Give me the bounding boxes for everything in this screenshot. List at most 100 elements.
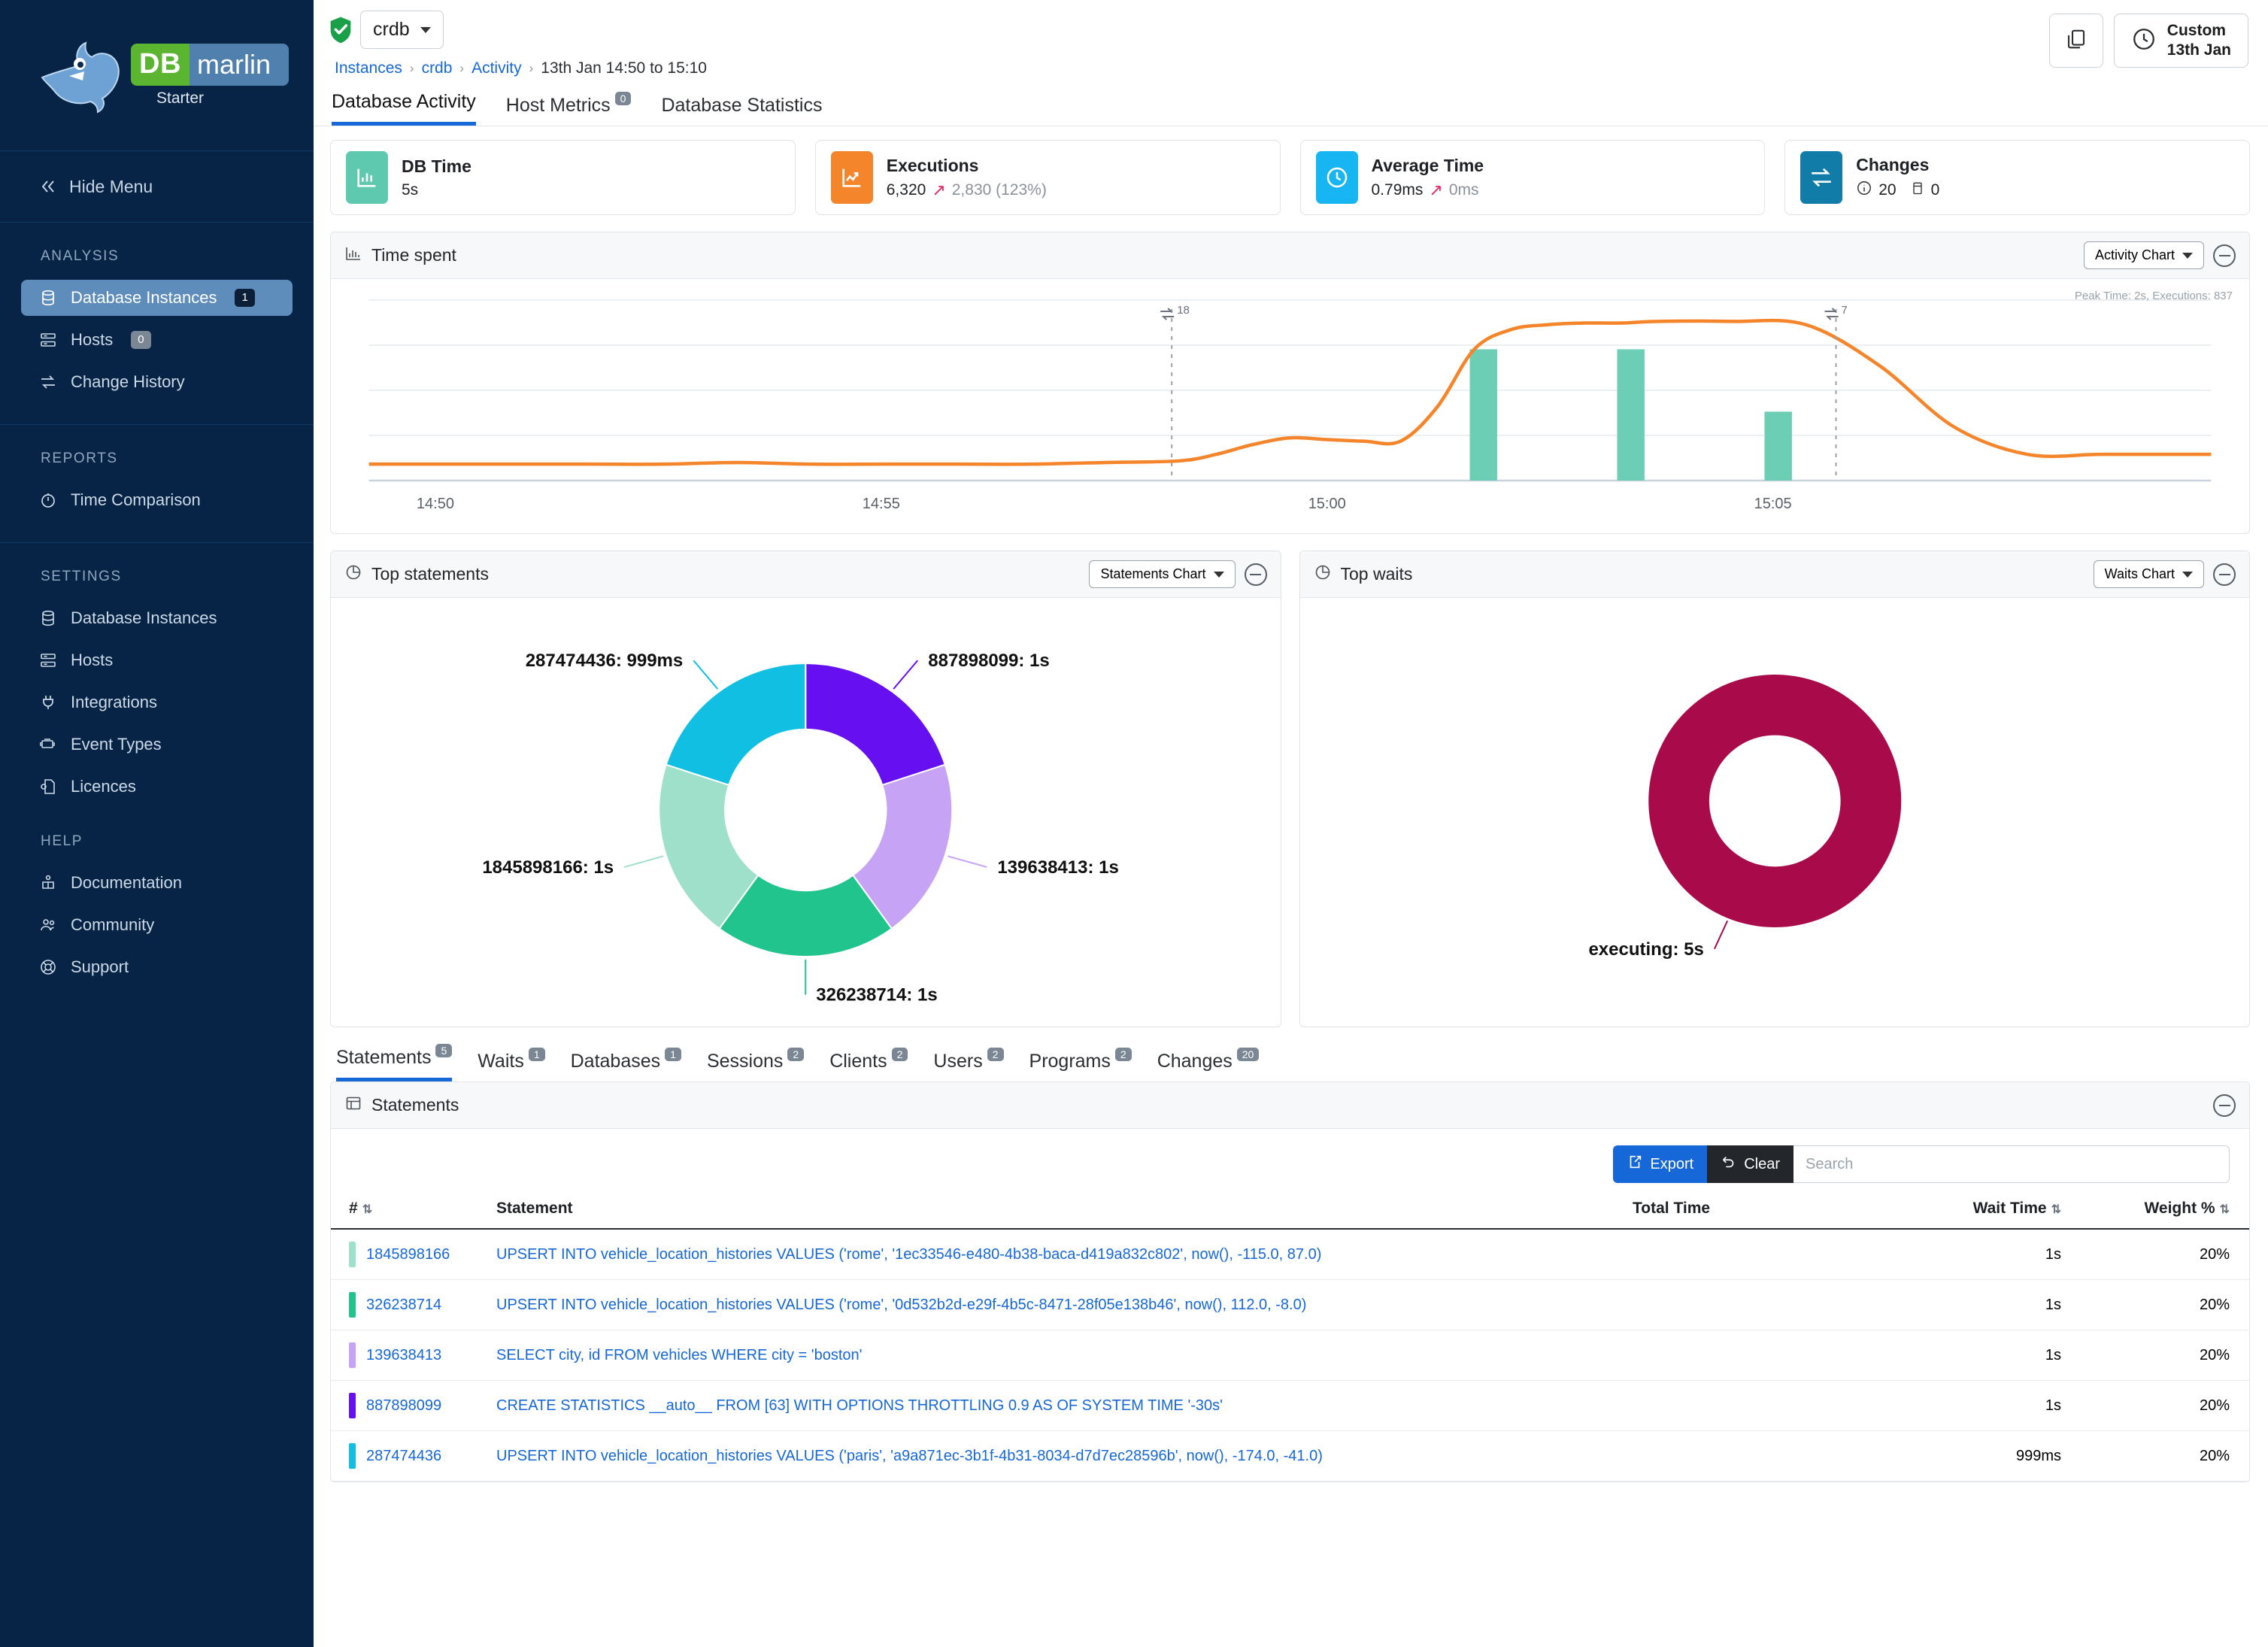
sidebar-item-label: Licences [71,777,136,796]
sidebar-item-support[interactable]: Support [21,949,293,985]
kpi-average-time[interactable]: Average Time 0.79ms ↗ 0ms [1300,140,1766,215]
breadcrumb-item-activity[interactable]: Activity [471,59,522,77]
cell-statement: UPSERT INTO vehicle_location_histories V… [481,1431,1633,1482]
collapse-time-spent-button[interactable] [2213,244,2236,267]
hide-menu-button[interactable]: Hide Menu [0,151,314,222]
statement-text-link[interactable]: UPSERT INTO vehicle_location_histories V… [496,1246,1321,1263]
copy-button[interactable] [2049,14,2103,68]
sidebar-item-integrations[interactable]: Integrations [21,684,293,720]
breadcrumb-item-instances[interactable]: Instances [335,59,402,77]
kpi-changes[interactable]: Changes 20 0 [1784,140,2250,215]
detail-tab-sessions[interactable]: Sessions2 [707,1051,804,1081]
sidebar-item-licences[interactable]: Licences [21,769,293,805]
kpi-executions[interactable]: Executions 6,320 ↗ 2,830 (123%) [815,140,1281,215]
statement-id-link[interactable]: 326238714 [366,1297,441,1314]
trend-up-icon: ↗ [1429,180,1442,200]
detail-tab-clients[interactable]: Clients2 [829,1051,908,1081]
detail-tab-users[interactable]: Users2 [933,1051,1003,1081]
sidebar-item-database-instances[interactable]: Database Instances 1 [21,280,293,316]
donuts-row: Top statements Statements Chart 88789809… [330,551,2250,1027]
breadcrumb: Instances › crdb › Activity › 13th Jan 1… [335,59,2049,77]
clock-icon [2131,26,2157,56]
column-header-number[interactable]: #⇅ [331,1189,481,1229]
sort-icon: ⇅ [362,1203,372,1216]
detail-tab-waits[interactable]: Waits1 [478,1051,544,1081]
table-row[interactable]: 326238714 UPSERT INTO vehicle_location_hi… [331,1280,2249,1330]
cell-weight: 20% [2061,1431,2249,1482]
column-header-weight[interactable]: Weight %⇅ [2061,1189,2249,1229]
collapse-statements-button[interactable] [2213,1094,2236,1117]
detail-tab-badge: 2 [787,1048,804,1061]
sidebar-section-help: HELP [0,808,314,862]
sidebar-item-documentation[interactable]: Documentation [21,865,293,901]
waits-chart-selector[interactable]: Waits Chart [2094,560,2204,588]
tab-database-statistics[interactable]: Database Statistics [661,95,822,126]
export-button[interactable]: Export [1613,1145,1707,1183]
cell-statement: CREATE STATISTICS __auto__ FROM [63] WIT… [481,1381,1633,1431]
statements-panel-title: Statements [371,1095,459,1115]
time-spent-panel: Time spent Activity Chart Peak Time: 2s,… [330,232,2250,534]
exchange-icon [38,372,59,392]
server-icon [38,330,59,350]
detail-tab-statements[interactable]: Statements5 [336,1047,452,1081]
sidebar-item-settings-hosts[interactable]: Hosts [21,642,293,678]
search-input[interactable] [1793,1145,2230,1183]
activity-chart[interactable]: Peak Time: 2s, Executions: 837 18714:501… [331,279,2249,533]
table-row[interactable]: 1845898166 UPSERT INTO vehicle_location_h… [331,1229,2249,1280]
collapse-top-waits-button[interactable] [2213,563,2236,586]
statement-id-link[interactable]: 1845898166 [366,1246,450,1263]
tab-database-activity[interactable]: Database Activity [332,91,476,126]
table-row[interactable]: 287474436 UPSERT INTO vehicle_location_hi… [331,1431,2249,1482]
statement-text-link[interactable]: CREATE STATISTICS __auto__ FROM [63] WIT… [496,1397,1223,1414]
sidebar-item-time-comparison[interactable]: Time Comparison [21,482,293,518]
breadcrumb-item-crdb[interactable]: crdb [422,59,453,77]
collapse-top-statements-button[interactable] [1245,563,1267,586]
top-waits-title: Top waits [1341,564,1413,584]
waits-donut-svg: executing: 5s [1300,598,2250,1027]
bar-chart-icon [346,151,388,204]
kpi-body: Executions 6,320 ↗ 2,830 (123%) [887,156,1047,200]
table-row[interactable]: 139638413 SELECT city, id FROM vehicles W… [331,1330,2249,1381]
time-range-button[interactable]: Custom 13th Jan [2114,14,2248,68]
kpi-body: DB Time 5s [402,156,471,199]
pie-icon [344,563,362,585]
detail-tab-programs[interactable]: Programs2 [1029,1051,1132,1081]
statement-text-link[interactable]: UPSERT INTO vehicle_location_histories V… [496,1297,1306,1313]
instance-selector[interactable]: crdb [360,11,444,49]
svg-text:1845898166: 1s: 1845898166: 1s [482,857,614,878]
sidebar-item-settings-database-instances[interactable]: Database Instances [21,600,293,636]
statement-text-link[interactable]: SELECT city, id FROM vehicles WHERE city… [496,1347,862,1363]
activity-chart-selector[interactable]: Activity Chart [2084,241,2204,269]
statements-panel: Statements Export Cl [330,1081,2250,1482]
statement-id-link[interactable]: 287474436 [366,1448,441,1465]
statements-chart-selector[interactable]: Statements Chart [1089,560,1235,588]
kpi-value-secondary: 0 [1931,181,1940,199]
column-header-total-time[interactable]: Total Time [1633,1189,1813,1229]
sort-icon: ⇅ [2220,1203,2230,1216]
statement-id-link[interactable]: 887898099 [366,1397,441,1415]
statement-text-link[interactable]: UPSERT INTO vehicle_location_histories V… [496,1448,1323,1464]
statement-id-link[interactable]: 139638413 [366,1347,441,1364]
pie-icon [1314,563,1332,585]
breadcrumb-separator: › [410,61,414,76]
sidebar-item-community[interactable]: Community [21,907,293,943]
column-header-wait-time[interactable]: Wait Time⇅ [1813,1189,2061,1229]
brand-logo[interactable]: DB marlin Starter [0,0,314,150]
detail-tab-databases[interactable]: Databases1 [571,1051,681,1081]
sidebar-item-event-types[interactable]: Event Types [21,726,293,763]
time-range-text: Custom 13th Jan [2167,21,2231,59]
tab-host-metrics[interactable]: Host Metrics 0 [506,95,632,126]
table-row[interactable]: 887898099 CREATE STATISTICS __auto__ FROM… [331,1381,2249,1431]
detail-tab-changes[interactable]: Changes20 [1157,1051,1260,1081]
sidebar-item-change-history[interactable]: Change History [21,364,293,400]
sidebar-item-hosts[interactable]: Hosts 0 [21,322,293,358]
column-header-statement[interactable]: Statement [481,1189,1633,1229]
waits-donut-area[interactable]: executing: 5s [1300,598,2250,1027]
clear-button[interactable]: Clear [1707,1145,1793,1183]
svg-text:287474436: 999ms: 287474436: 999ms [526,651,684,671]
undo-icon [1721,1154,1737,1175]
sidebar-item-label: Change History [71,372,185,392]
kpi-delta: 2,830 (123%) [952,181,1047,199]
statements-donut-area[interactable]: 887898099: 1s139638413: 1s326238714: 1s1… [331,598,1281,1027]
kpi-db-time[interactable]: DB Time 5s [330,140,796,215]
